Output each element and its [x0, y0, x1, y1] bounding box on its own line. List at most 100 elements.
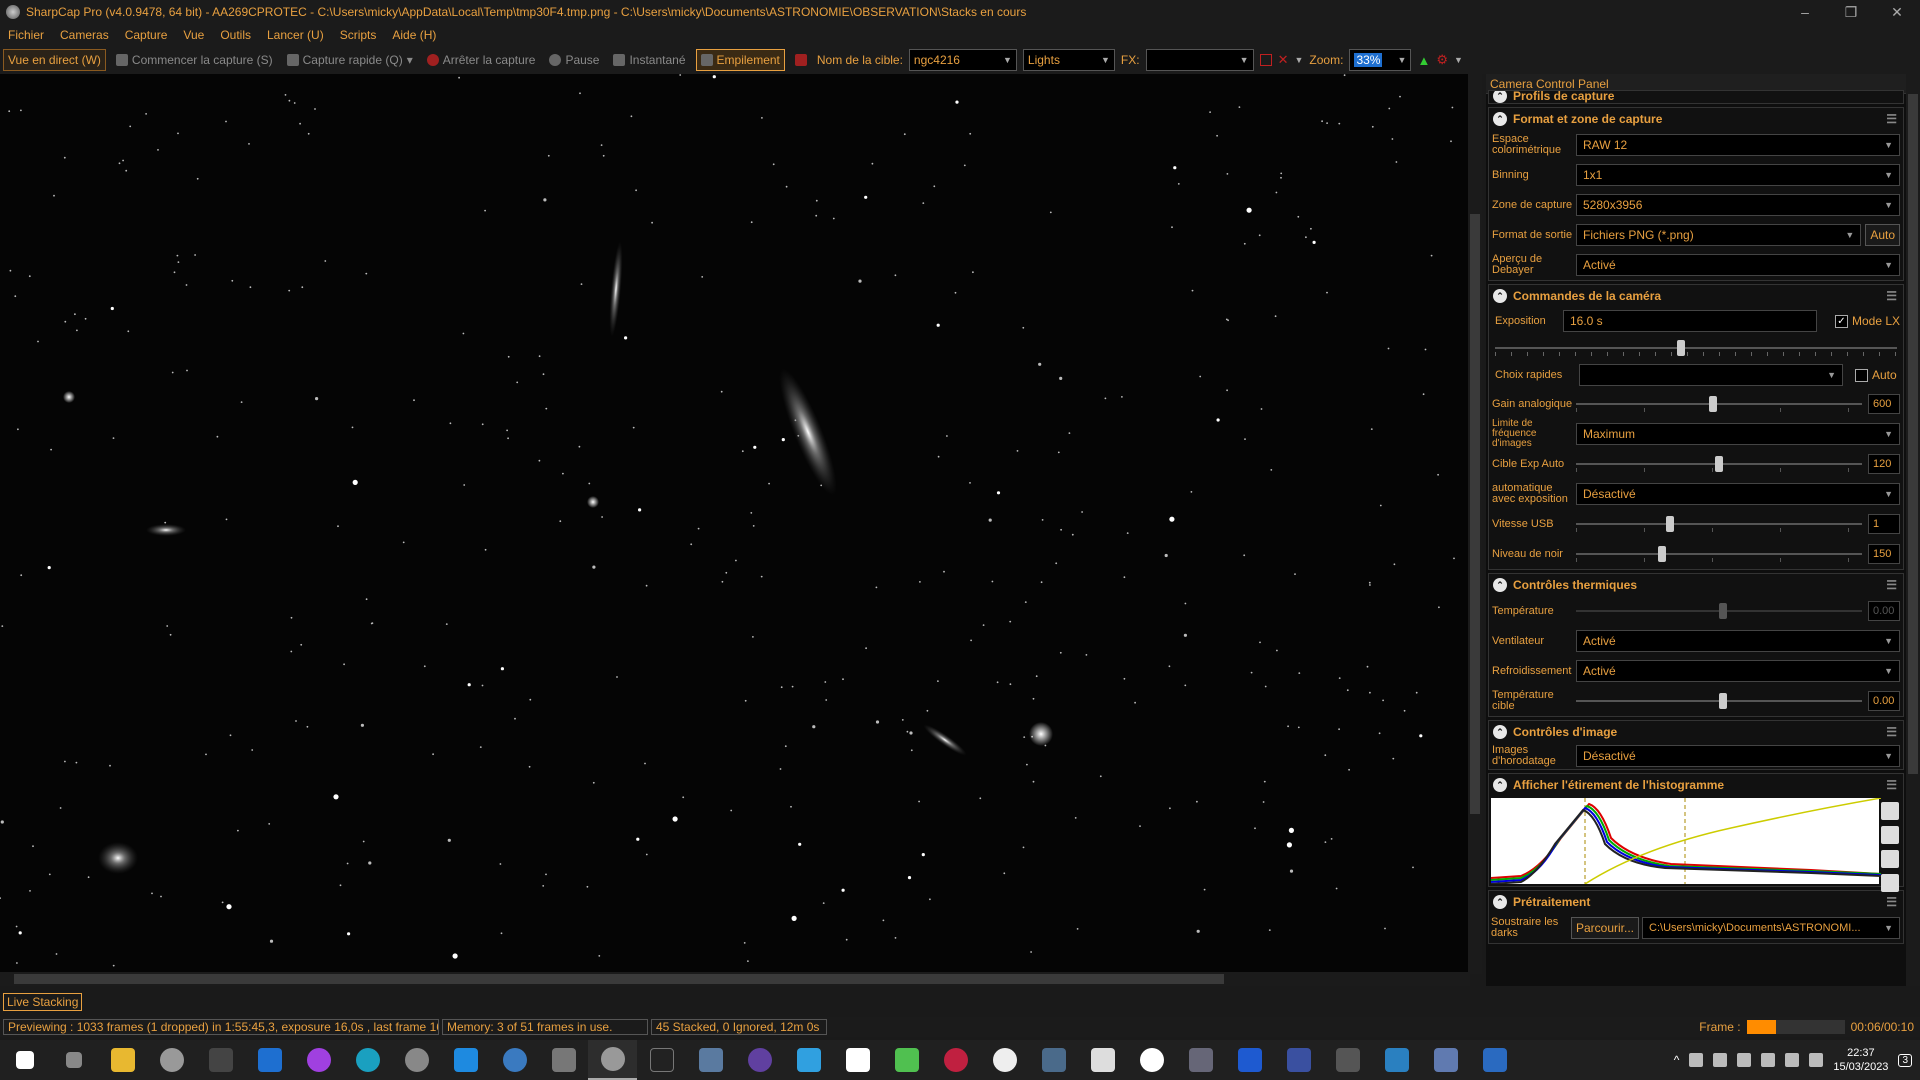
menu-vue[interactable]: Vue: [175, 28, 212, 42]
volume-icon[interactable]: [1809, 1053, 1824, 1067]
target-temperature-value[interactable]: 0.00: [1868, 691, 1900, 711]
chevron-down-icon[interactable]: ▾: [407, 53, 413, 67]
lx-mode-checkbox[interactable]: ✓: [1834, 314, 1848, 328]
chevron-up-icon[interactable]: ⌃: [1493, 725, 1507, 739]
cloud-icon[interactable]: [1713, 1053, 1728, 1067]
taskbar-app-14[interactable]: [637, 1040, 686, 1080]
taskbar-messenger[interactable]: [294, 1040, 343, 1080]
maximize-button[interactable]: ❐: [1828, 4, 1874, 21]
menu-icon[interactable]: ☰: [1886, 112, 1897, 126]
taskbar-app-19[interactable]: [882, 1040, 931, 1080]
crosshair-icon[interactable]: ✕: [1278, 52, 1289, 68]
contrast-icon[interactable]: [1881, 874, 1899, 892]
taskbar-app-22[interactable]: [1029, 1040, 1078, 1080]
chevron-up-icon[interactable]: ⌃: [1493, 895, 1507, 909]
exposure-slider[interactable]: [1495, 338, 1897, 358]
taskbar-app-31[interactable]: [1470, 1040, 1519, 1080]
wifi-icon[interactable]: [1785, 1053, 1800, 1067]
taskbar-app-27[interactable]: [1274, 1040, 1323, 1080]
notification-badge[interactable]: 3: [1898, 1053, 1912, 1067]
stop-capture-button[interactable]: Arrêter la capture: [423, 49, 540, 71]
close-button[interactable]: ✕: [1874, 4, 1920, 21]
viewport-vertical-scrollbar[interactable]: [1468, 74, 1482, 974]
gear-icon[interactable]: ⚙: [1436, 52, 1448, 68]
menu-outils[interactable]: Outils: [212, 28, 259, 42]
menu-lancer[interactable]: Lancer (U): [259, 28, 332, 42]
pause-button[interactable]: Pause: [545, 49, 603, 71]
taskbar-app-21[interactable]: [980, 1040, 1029, 1080]
taskbar-app-12[interactable]: [539, 1040, 588, 1080]
taskbar-app-23[interactable]: [1078, 1040, 1127, 1080]
taskbar-app-30[interactable]: [1421, 1040, 1470, 1080]
stacking-button[interactable]: Empilement: [695, 49, 785, 71]
chevron-up-icon[interactable]: ⌃: [1493, 289, 1507, 303]
black-level-value[interactable]: 150: [1868, 544, 1900, 564]
taskbar-app-10[interactable]: [441, 1040, 490, 1080]
menu-fichier[interactable]: Fichier: [0, 28, 52, 42]
taskbar-app-29[interactable]: [1372, 1040, 1421, 1080]
clock[interactable]: 22:37 15/03/2023: [1833, 1046, 1888, 1074]
live-stacking-tab[interactable]: Live Stacking: [3, 993, 83, 1011]
auto-gain-select[interactable]: Désactivé ▼: [1576, 483, 1900, 505]
debayer-select[interactable]: Activé ▼: [1576, 254, 1900, 276]
menu-icon[interactable]: ☰: [1886, 725, 1897, 739]
chevron-up-icon[interactable]: ^: [1674, 1053, 1680, 1067]
snapshot-button[interactable]: Instantané: [609, 49, 689, 71]
taskbar-app-16[interactable]: [735, 1040, 784, 1080]
binning-select[interactable]: 1x1 ▼: [1576, 164, 1900, 186]
taskbar-sharpcap[interactable]: [588, 1040, 637, 1080]
network-icon[interactable]: [1689, 1053, 1704, 1067]
exposure-input[interactable]: 16.0 s: [1562, 310, 1817, 332]
scrollbar-thumb[interactable]: [1470, 214, 1480, 814]
fan-select[interactable]: Activé ▼: [1576, 630, 1900, 652]
scrollbar-thumb[interactable]: [1908, 94, 1918, 774]
taskbar-app-28[interactable]: [1323, 1040, 1372, 1080]
capture-profiles-section[interactable]: ⌃ Profils de capture: [1488, 90, 1904, 104]
chevron-down-icon[interactable]: ▼: [1454, 55, 1463, 65]
menu-icon[interactable]: ☰: [1886, 289, 1897, 303]
darks-path-select[interactable]: C:\Users\micky\Documents\ASTRONOMI... ▼: [1642, 917, 1900, 939]
usb-speed-slider[interactable]: [1576, 514, 1862, 534]
taskbar-app-9[interactable]: [392, 1040, 441, 1080]
framerate-select[interactable]: Maximum ▼: [1576, 423, 1900, 445]
lightning-icon[interactable]: [1881, 802, 1899, 820]
target-temperature-slider[interactable]: [1576, 691, 1862, 711]
taskbar-app-26[interactable]: [1225, 1040, 1274, 1080]
chevron-up-icon[interactable]: ⌃: [1493, 578, 1507, 592]
browse-button[interactable]: Parcourir...: [1571, 917, 1640, 939]
color-space-select[interactable]: RAW 12 ▼: [1576, 134, 1900, 156]
quick-choice-select[interactable]: ▼: [1579, 364, 1843, 386]
image-viewport[interactable]: [0, 74, 1470, 974]
chevron-down-icon[interactable]: ▼: [1295, 55, 1304, 65]
start-capture-button[interactable]: Commencer la capture (S): [112, 49, 277, 71]
gain-slider[interactable]: [1576, 394, 1862, 414]
output-format-select[interactable]: Fichiers PNG (*.png) ▼: [1576, 224, 1862, 246]
taskbar-app-24[interactable]: [1127, 1040, 1176, 1080]
histogram-icon[interactable]: ▲: [1417, 53, 1430, 68]
menu-cameras[interactable]: Cameras: [52, 28, 117, 42]
usb-speed-value[interactable]: 1: [1868, 514, 1900, 534]
start-button[interactable]: [0, 1040, 49, 1080]
frame-type-combo[interactable]: Lights ▼: [1022, 49, 1115, 71]
capture-area-select[interactable]: 5280x3956 ▼: [1576, 194, 1900, 216]
menu-aide[interactable]: Aide (H): [384, 28, 444, 42]
chevron-up-icon[interactable]: ⌃: [1493, 778, 1507, 792]
save-icon[interactable]: [1881, 850, 1899, 868]
taskbar-app-18[interactable]: [833, 1040, 882, 1080]
taskbar-app-20[interactable]: [931, 1040, 980, 1080]
gain-value[interactable]: 600: [1868, 394, 1900, 414]
target-name-combo[interactable]: ngc4216 ▼: [908, 49, 1017, 71]
black-level-slider[interactable]: [1576, 544, 1862, 564]
minimize-button[interactable]: –: [1782, 4, 1828, 20]
menu-icon[interactable]: ☰: [1886, 778, 1897, 792]
menu-scripts[interactable]: Scripts: [332, 28, 385, 42]
viewport-horizontal-scrollbar[interactable]: [0, 972, 1470, 986]
taskbar-edge[interactable]: [343, 1040, 392, 1080]
output-auto-button[interactable]: Auto: [1865, 224, 1900, 246]
task-view-button[interactable]: [49, 1040, 98, 1080]
taskbar-app-15[interactable]: [686, 1040, 735, 1080]
scrollbar-thumb[interactable]: [14, 974, 1224, 984]
chevron-up-icon[interactable]: ⌃: [1493, 91, 1507, 103]
taskbar-app-11[interactable]: [490, 1040, 539, 1080]
display-icon[interactable]: [1737, 1053, 1752, 1067]
